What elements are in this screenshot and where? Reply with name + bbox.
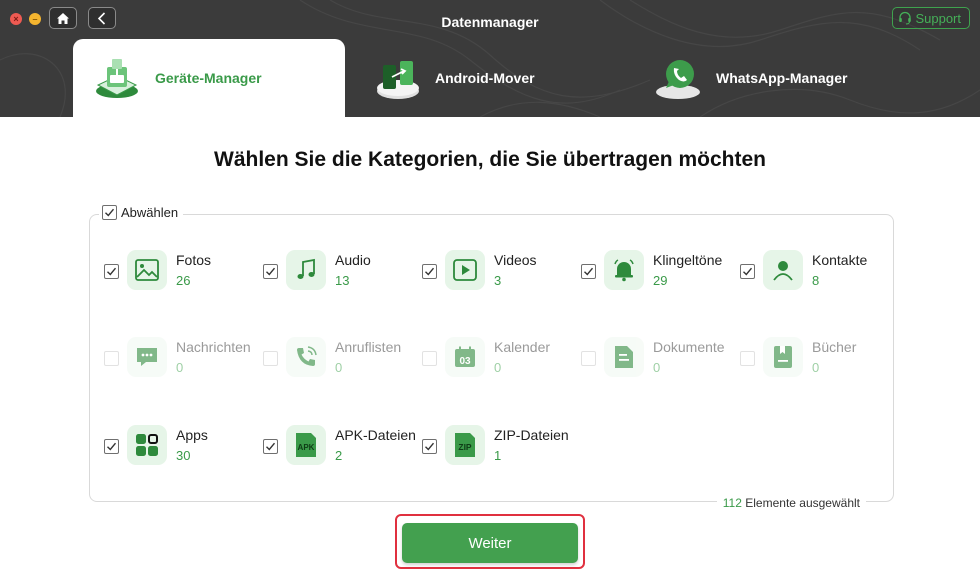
- calendar-icon: 03: [445, 337, 485, 377]
- support-label: Support: [915, 10, 961, 26]
- category-checkbox[interactable]: [263, 439, 278, 454]
- category-buecher: Bücher 0: [740, 337, 856, 377]
- category-klingeltoene[interactable]: Klingeltöne 29: [581, 250, 722, 290]
- category-name: ZIP-Dateien: [494, 427, 569, 443]
- category-count: 30: [176, 448, 191, 463]
- calendar-icon-text: 03: [459, 356, 471, 367]
- category-nachrichten: Nachrichten 0: [104, 337, 251, 377]
- selected-label: Elemente ausgewählt: [745, 496, 860, 510]
- page-heading: Wählen Sie die Kategorien, die Sie übert…: [214, 148, 766, 171]
- category-checkbox: [263, 351, 278, 366]
- checkmark-icon: [105, 208, 115, 217]
- next-button[interactable]: Weiter: [402, 523, 578, 563]
- category-count: 0: [812, 360, 820, 375]
- category-name: Dokumente: [653, 339, 725, 355]
- checkmark-icon: [743, 267, 753, 276]
- category-checkbox: [104, 351, 119, 366]
- category-anruflisten: Anruflisten 0: [263, 337, 401, 377]
- category-count: 0: [494, 360, 502, 375]
- category-count: 2: [335, 448, 343, 463]
- select-all-toggle[interactable]: Abwählen: [99, 205, 184, 220]
- category-name: Anruflisten: [335, 339, 402, 355]
- category-name: Kalender: [494, 339, 551, 355]
- person-icon: [763, 250, 803, 290]
- category-dokumente: Dokumente 0: [581, 337, 725, 377]
- category-kalender: 03 Kalender 0: [422, 337, 550, 377]
- title-bar: × – Datenmanager Support Geräte-Manager …: [0, 0, 980, 117]
- window-title: Datenmanager: [441, 14, 539, 30]
- category-checkbox[interactable]: [581, 264, 596, 279]
- selection-summary: 112 Elemente ausgewählt: [716, 496, 866, 510]
- category-name: Nachrichten: [176, 339, 251, 355]
- tab-whatsapp-manager[interactable]: WhatsApp-Manager: [652, 39, 847, 117]
- checkmark-icon: [107, 442, 117, 451]
- music-note-icon: [286, 250, 326, 290]
- zip-icon-text: ZIP: [458, 442, 472, 452]
- category-checkbox[interactable]: [740, 264, 755, 279]
- category-count: 1: [494, 448, 502, 463]
- checkmark-icon: [425, 442, 435, 451]
- category-name: Klingeltöne: [653, 252, 723, 268]
- tab-android-mover[interactable]: Android-Mover: [373, 39, 535, 117]
- category-kontakte[interactable]: Kontakte 8: [740, 250, 867, 290]
- category-name: Kontakte: [812, 252, 868, 268]
- android-mover-icon: [377, 61, 419, 99]
- play-icon: [445, 250, 485, 290]
- category-count: 8: [812, 273, 820, 288]
- category-name: Fotos: [176, 252, 212, 268]
- category-name: Bücher: [812, 339, 857, 355]
- category-count: 0: [176, 360, 184, 375]
- category-count: 0: [653, 360, 661, 375]
- category-count: 3: [494, 273, 502, 288]
- chat-bubble-icon: [127, 337, 167, 377]
- checkmark-icon: [425, 267, 435, 276]
- category-count: 0: [335, 360, 343, 375]
- category-checkbox[interactable]: [263, 264, 278, 279]
- image-icon: [127, 250, 167, 290]
- category-checkbox: [422, 351, 437, 366]
- apk-file-icon: APK: [286, 425, 326, 465]
- category-apps[interactable]: Apps 30: [104, 425, 208, 465]
- category-name: Videos: [494, 252, 537, 268]
- selected-count: 112: [722, 496, 742, 510]
- category-videos[interactable]: Videos 3: [422, 250, 537, 290]
- category-audio[interactable]: Audio 13: [263, 250, 371, 290]
- checkmark-icon: [107, 267, 117, 276]
- category-checkbox[interactable]: [104, 439, 119, 454]
- device-manager-icon: [96, 59, 138, 98]
- book-icon: [763, 337, 803, 377]
- category-checkbox[interactable]: [422, 439, 437, 454]
- category-checkbox[interactable]: [104, 264, 119, 279]
- category-count: 29: [653, 273, 668, 288]
- tab-label: Android-Mover: [435, 70, 535, 86]
- tab-geraete-manager[interactable]: Geräte-Manager: [73, 39, 345, 117]
- phone-call-icon: [286, 337, 326, 377]
- select-all-checkbox[interactable]: [102, 205, 117, 220]
- whatsapp-manager-icon: [656, 60, 700, 99]
- support-button[interactable]: Support: [892, 7, 970, 29]
- bell-icon: [604, 250, 644, 290]
- checkmark-icon: [266, 442, 276, 451]
- checkmark-icon: [584, 267, 594, 276]
- category-checkbox: [740, 351, 755, 366]
- apk-icon-text: APK: [298, 443, 315, 452]
- headset-icon: [899, 11, 912, 25]
- category-fotos[interactable]: Fotos 26: [104, 250, 211, 290]
- category-count: 26: [176, 273, 191, 288]
- category-zip-dateien[interactable]: ZIP ZIP-Dateien 1: [422, 425, 569, 465]
- select-all-label: Abwählen: [121, 205, 179, 220]
- checkmark-icon: [266, 267, 276, 276]
- tab-label: WhatsApp-Manager: [716, 70, 848, 86]
- category-name: Audio: [335, 252, 371, 268]
- category-checkbox: [581, 351, 596, 366]
- apps-grid-icon: [127, 425, 167, 465]
- category-name: Apps: [176, 427, 208, 443]
- category-count: 13: [335, 273, 350, 288]
- zip-file-icon: ZIP: [445, 425, 485, 465]
- category-apk-dateien[interactable]: APK APK-Dateien 2: [263, 425, 416, 465]
- tab-label: Geräte-Manager: [155, 70, 262, 86]
- category-checkbox[interactable]: [422, 264, 437, 279]
- category-name: APK-Dateien: [335, 427, 416, 443]
- document-icon: [604, 337, 644, 377]
